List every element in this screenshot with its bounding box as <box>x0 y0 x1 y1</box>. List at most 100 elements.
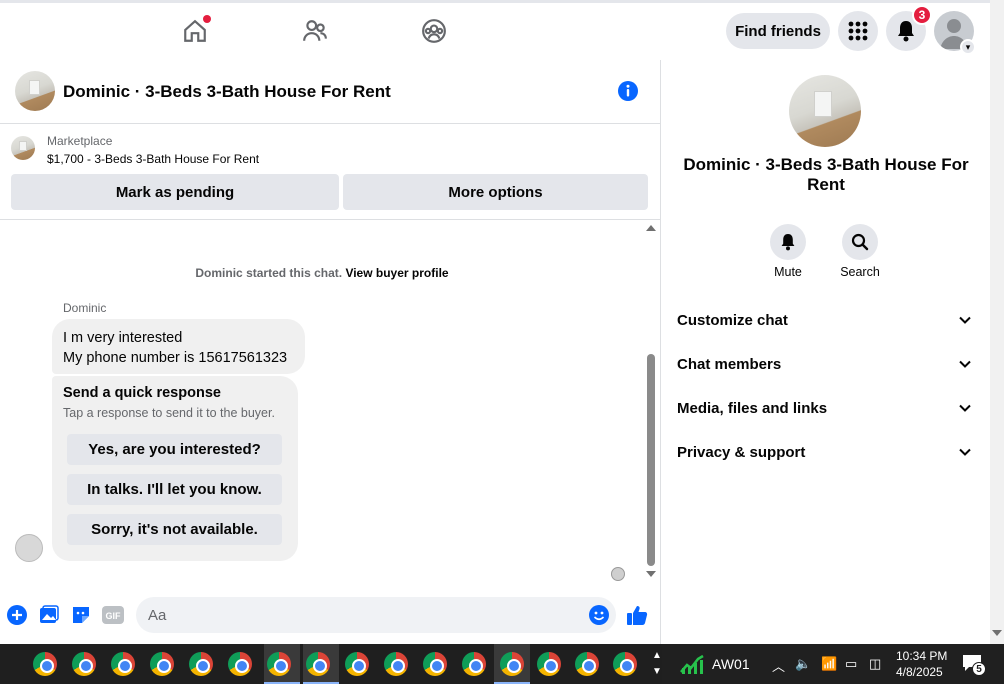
chat-panel: Dominic · 3-Beds 3-Bath House For Rent M… <box>0 60 661 644</box>
camera-icon[interactable]: ◫ <box>869 656 881 672</box>
tray-chevron-up-icon[interactable]: ︿ <box>772 656 785 675</box>
message-line: My phone number is 15617561323 <box>63 350 288 366</box>
marketplace-label: Marketplace <box>47 134 113 148</box>
chat-started-text: Dominic started this chat. <box>195 266 343 280</box>
scrollbar-thumb[interactable] <box>647 354 655 566</box>
chrome-icon[interactable] <box>150 652 174 676</box>
chevron-down-icon <box>959 404 971 412</box>
listing-thumbnail[interactable] <box>15 71 55 111</box>
section-label: Customize chat <box>677 312 788 329</box>
gif-icon[interactable]: GIF <box>102 604 124 626</box>
mute-button[interactable] <box>770 224 806 260</box>
search-button[interactable] <box>842 224 878 260</box>
mark-as-pending-button[interactable]: Mark as pending <box>11 174 339 210</box>
chevron-down-icon <box>959 360 971 368</box>
notifications-button[interactable]: 3 <box>886 5 932 51</box>
details-title: Dominic · 3-Beds 3-Bath House For Rent <box>683 155 969 194</box>
stock-ticker-label[interactable]: AW01 <box>712 656 750 672</box>
quick-response-card: Send a quick response Tap a response to … <box>52 376 298 561</box>
message-line: I m very interested <box>63 330 183 346</box>
taskbar-overflow-chevron-icon[interactable]: ▲ ▼ <box>652 648 662 680</box>
listing-large-thumbnail[interactable] <box>789 75 861 147</box>
groups-icon[interactable] <box>420 17 448 45</box>
chrome-icon[interactable] <box>345 652 369 676</box>
listing-card: Marketplace $1,700 - 3-Beds 3-Bath House… <box>0 124 660 220</box>
chrome-icon[interactable] <box>228 652 252 676</box>
chrome-icon[interactable] <box>189 652 213 676</box>
top-navigation: Find friends 3 ▾ <box>0 0 990 60</box>
chat-header: Dominic · 3-Beds 3-Bath House For Rent <box>0 60 660 124</box>
view-buyer-profile-link[interactable]: View buyer profile <box>345 266 448 280</box>
windows-taskbar: ▲ ▼ AW01 ︿ 🔈 📶 ▭ ◫ 10:34 PM 4/8/2025 5 <box>0 644 1004 684</box>
grid-icon <box>848 21 868 41</box>
gif-text: GIF <box>106 611 122 621</box>
mute-label: Mute <box>774 265 802 279</box>
chrome-icon[interactable] <box>384 652 408 676</box>
clock-time: 10:34 PM <box>896 649 948 663</box>
chrome-icon[interactable] <box>267 652 291 676</box>
quick-response-option[interactable]: Sorry, it's not available. <box>67 514 282 545</box>
chat-details-panel: Dominic · 3-Beds 3-Bath House For Rent M… <box>661 60 990 644</box>
chrome-icon[interactable] <box>462 652 486 676</box>
read-receipt-avatar <box>611 567 625 581</box>
emoji-icon[interactable] <box>588 604 610 626</box>
battery-icon[interactable]: ▭ <box>845 656 857 672</box>
home-icon[interactable] <box>181 15 211 45</box>
section-customize-chat[interactable]: Customize chat <box>661 303 990 339</box>
section-privacy-support[interactable]: Privacy & support <box>661 435 990 471</box>
chevron-down-icon <box>959 316 971 324</box>
listing-small-thumbnail[interactable] <box>11 136 35 160</box>
chevron-down-icon <box>959 448 971 456</box>
action-center-icon[interactable]: 5 <box>962 654 988 676</box>
clock-date: 4/8/2025 <box>896 665 943 679</box>
page-scrollbar[interactable] <box>990 0 1004 644</box>
thumbs-up-icon[interactable] <box>626 604 648 626</box>
clock[interactable]: 10:34 PM 4/8/2025 <box>896 648 947 680</box>
section-label: Media, files and links <box>677 400 828 417</box>
quick-response-option[interactable]: Yes, are you interested? <box>67 434 282 465</box>
scroll-up-arrow-icon[interactable] <box>646 225 656 231</box>
plus-icon[interactable] <box>6 604 28 626</box>
quick-response-subtitle: Tap a response to send it to the buyer. <box>63 406 275 420</box>
sticker-icon[interactable] <box>70 604 92 626</box>
chrome-icon[interactable] <box>575 652 599 676</box>
stock-chart-icon[interactable] <box>680 654 704 674</box>
notification-badge: 3 <box>912 5 932 25</box>
message-bubble: I m very interested My phone number is 1… <box>52 319 305 374</box>
page-scroll-down-icon[interactable] <box>992 630 1002 636</box>
bell-icon <box>898 21 914 42</box>
chrome-icon[interactable] <box>423 652 447 676</box>
chrome-icon[interactable] <box>111 652 135 676</box>
find-friends-button[interactable]: Find friends <box>726 13 830 49</box>
chat-started-notice: Dominic started this chat. View buyer pr… <box>0 266 644 280</box>
action-center-badge: 5 <box>972 662 986 676</box>
menu-grid-button[interactable] <box>838 11 878 51</box>
friends-icon[interactable] <box>301 17 329 45</box>
home-notification-dot <box>203 15 211 23</box>
sender-avatar[interactable] <box>15 534 43 562</box>
scroll-down-arrow-icon[interactable] <box>646 571 656 577</box>
chrome-icon[interactable] <box>306 652 330 676</box>
section-chat-members[interactable]: Chat members <box>661 347 990 383</box>
quick-response-option[interactable]: In talks. I'll let you know. <box>67 474 282 505</box>
message-input[interactable] <box>136 597 616 633</box>
chrome-icon[interactable] <box>537 652 561 676</box>
volume-icon[interactable]: 🔈 <box>795 656 811 672</box>
account-caret-icon[interactable]: ▾ <box>960 39 976 55</box>
section-media-files-links[interactable]: Media, files and links <box>661 391 990 427</box>
listing-price-title[interactable]: $1,700 - 3-Beds 3-Bath House For Rent <box>47 152 259 166</box>
wifi-icon[interactable]: 📶 <box>821 656 837 672</box>
info-icon[interactable] <box>618 81 638 106</box>
more-options-button[interactable]: More options <box>343 174 648 210</box>
chrome-icon[interactable] <box>500 652 524 676</box>
search-label: Search <box>840 265 880 279</box>
chrome-icon[interactable] <box>33 652 57 676</box>
chat-title[interactable]: Dominic · 3-Beds 3-Bath House For Rent <box>63 82 391 102</box>
section-label: Chat members <box>677 356 782 373</box>
message-composer: GIF <box>0 590 660 640</box>
chrome-icon[interactable] <box>72 652 96 676</box>
section-label: Privacy & support <box>677 444 806 461</box>
bell-icon <box>781 234 795 251</box>
photo-icon[interactable] <box>38 604 60 626</box>
chrome-icon[interactable] <box>613 652 637 676</box>
